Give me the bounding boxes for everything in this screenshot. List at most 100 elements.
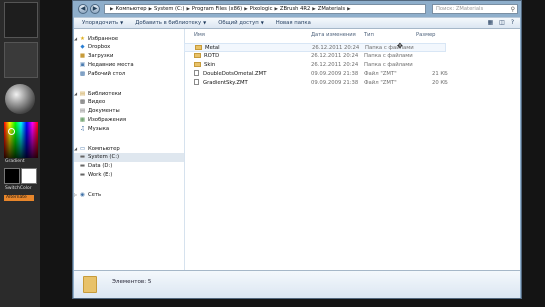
chevron-right-icon: ▶ <box>347 6 351 12</box>
material-thumbnail[interactable] <box>4 42 38 78</box>
main-color-swatch[interactable] <box>4 168 20 184</box>
chevron-right-icon: ▶ <box>110 6 114 12</box>
zbrush-side-panel: Gradient SwitchColor Alternate <box>0 0 40 307</box>
nav-documents[interactable]: ▤ Документы <box>74 107 184 116</box>
nav-drive-e[interactable]: ▬ Work (E:) <box>74 171 184 180</box>
nav-videos[interactable]: ▩ Видео <box>74 98 184 107</box>
breadcrumb-item[interactable]: Pixologic <box>250 6 273 12</box>
caret-down-icon: ▼ <box>120 20 124 25</box>
breadcrumb-item[interactable]: System (C:) <box>154 6 184 12</box>
breadcrumb-item[interactable]: Program Files (x86) <box>192 6 242 12</box>
share-button[interactable]: Общий доступ ▼ <box>218 20 264 26</box>
drive-icon: ▬ <box>79 154 86 160</box>
new-folder-button[interactable]: Новая папка <box>276 20 311 26</box>
organize-button[interactable]: Упорядочить ▼ <box>82 20 123 26</box>
table-row[interactable]: ROTD 26.12.2011 20:24 Папка с файлами <box>184 52 446 61</box>
folder-icon <box>194 62 201 67</box>
file-name: Skin <box>204 62 216 68</box>
file-name: ROTD <box>204 53 220 59</box>
breadcrumb-item[interactable]: ZMaterials <box>318 6 345 12</box>
view-options-icon[interactable]: ▦ <box>487 19 493 26</box>
chevron-right-icon: ▶ <box>312 6 316 12</box>
drive-icon: ▬ <box>79 163 86 169</box>
table-row[interactable]: Metal 26.12.2011 20:24 Папка с файлами <box>184 43 446 52</box>
chevron-right-icon: ▶ <box>244 6 248 12</box>
nav-music[interactable]: ♫ Музыка <box>74 125 184 134</box>
folder-icon <box>194 53 201 58</box>
material-sphere-preview[interactable] <box>5 84 35 114</box>
nav-drive-c[interactable]: ▬ System (C:) <box>74 153 184 162</box>
details-pane: Элементов: 5 <box>74 270 520 298</box>
file-name: GradientSky.ZMT <box>203 80 248 86</box>
file-size: 21 КБ <box>432 71 448 77</box>
breadcrumb[interactable]: ▶ Компьютер ▶ System (C:) ▶ Program File… <box>104 4 426 14</box>
navigation-pane: ◢ ★ Избранное ◆ Dropbox ■ Загрузки ▣ Недавние… <box>74 29 185 270</box>
file-type: Файл "ZMT" <box>364 80 397 86</box>
search-input[interactable]: Поиск: ZMaterials ⚲ <box>432 4 518 14</box>
switch-color-label[interactable]: SwitchColor <box>5 186 32 191</box>
network-icon: ◉ <box>80 192 85 198</box>
file-type: Папка с файлами <box>364 53 413 59</box>
secondary-color-swatch[interactable] <box>21 168 37 184</box>
nav-desktop[interactable]: ▩ Рабочий стол <box>74 70 184 79</box>
breadcrumb-item[interactable]: ZBrush 4R2 <box>280 6 310 12</box>
table-row[interactable]: GradientSky.ZMT 09.09.2009 21:38 Файл "Z… <box>184 79 448 88</box>
search-placeholder: Поиск: ZMaterials <box>436 6 484 12</box>
explorer-window: ◀ ▶ ▶ Компьютер ▶ System (C:) ▶ Program … <box>72 0 522 299</box>
nav-recent-places[interactable]: ▣ Недавние места <box>74 61 184 70</box>
window-body: ◢ ★ Избранное ◆ Dropbox ■ Загрузки ▣ Недавние… <box>74 29 520 270</box>
nav-drive-d[interactable]: ▬ Data (D:) <box>74 162 184 171</box>
recent-places-icon: ▣ <box>79 62 86 68</box>
nav-network[interactable]: ▷ ◉ Сеть <box>74 190 184 199</box>
nav-computer[interactable]: ◢ ▭ Компьютер <box>74 144 184 153</box>
file-modified: 09.09.2009 21:38 <box>311 71 359 77</box>
address-bar: ◀ ▶ ▶ Компьютер ▶ System (C:) ▶ Program … <box>76 3 518 16</box>
preview-pane-icon[interactable]: ◫ <box>499 19 505 26</box>
chevron-right-icon: ▶ <box>148 6 153 12</box>
nav-favorites[interactable]: ◢ ★ Избранное <box>74 34 184 43</box>
caret-down-icon: ▼ <box>203 20 207 25</box>
image-icon: ▦ <box>79 117 86 123</box>
caret-down-icon: ▼ <box>260 20 264 25</box>
help-icon[interactable]: ? <box>511 19 514 26</box>
forward-button[interactable]: ▶ <box>90 4 100 14</box>
alternate-button[interactable]: Alternate <box>4 195 34 201</box>
column-header-type[interactable]: Тип <box>364 32 374 38</box>
table-row[interactable]: Skin 26.12.2011 20:24 Папка с файлами <box>184 61 446 70</box>
mouse-cursor-icon: ✥ <box>397 42 403 50</box>
column-header-name[interactable]: Имя <box>194 32 205 38</box>
download-folder-icon: ■ <box>79 53 86 59</box>
folder-icon <box>195 45 202 50</box>
file-type: Файл "ZMT" <box>364 71 397 77</box>
file-list: Имя Дата изменения Тип Размер Metal 26.1… <box>184 29 520 270</box>
file-type: Папка с файлами <box>364 62 413 68</box>
command-bar: Упорядочить ▼ Добавить в библиотеку ▼ Общи… <box>74 17 520 29</box>
folder-icon <box>83 276 97 293</box>
nav-images[interactable]: ▦ Изображения <box>74 116 184 125</box>
back-button[interactable]: ◀ <box>78 4 88 14</box>
file-size: 20 КБ <box>432 80 448 86</box>
dropbox-icon: ◆ <box>80 44 85 50</box>
file-icon <box>194 79 199 85</box>
drive-icon: ▬ <box>79 172 86 178</box>
file-modified: 09.09.2009 21:38 <box>311 80 359 86</box>
file-modified: 26.12.2011 20:24 <box>311 53 359 59</box>
music-icon: ♫ <box>80 126 85 132</box>
document-icon: ▤ <box>79 108 86 114</box>
column-header-size[interactable]: Размер <box>416 32 435 38</box>
nav-downloads[interactable]: ■ Загрузки <box>74 52 184 61</box>
nav-dropbox[interactable]: ◆ Dropbox <box>74 43 184 52</box>
table-row[interactable]: DoubleDotsOmetal.ZMT 09.09.2009 21:38 Фа… <box>184 70 448 79</box>
file-icon <box>194 70 199 76</box>
file-name: DoubleDotsOmetal.ZMT <box>203 71 267 77</box>
column-header-modified[interactable]: Дата изменения <box>311 32 356 38</box>
add-to-library-button[interactable]: Добавить в библиотеку ▼ <box>135 20 206 26</box>
material-thumbnail[interactable] <box>4 2 38 38</box>
video-icon: ▩ <box>79 99 86 105</box>
view-controls: ▦ ◫ ? <box>487 19 514 26</box>
breadcrumb-item[interactable]: Компьютер <box>115 6 146 12</box>
file-name: Metal <box>205 45 220 51</box>
search-icon[interactable]: ⚲ <box>511 6 515 13</box>
gradient-label: Gradient <box>5 159 25 164</box>
nav-libraries[interactable]: ◢ ▤ Библиотеки <box>74 89 184 98</box>
